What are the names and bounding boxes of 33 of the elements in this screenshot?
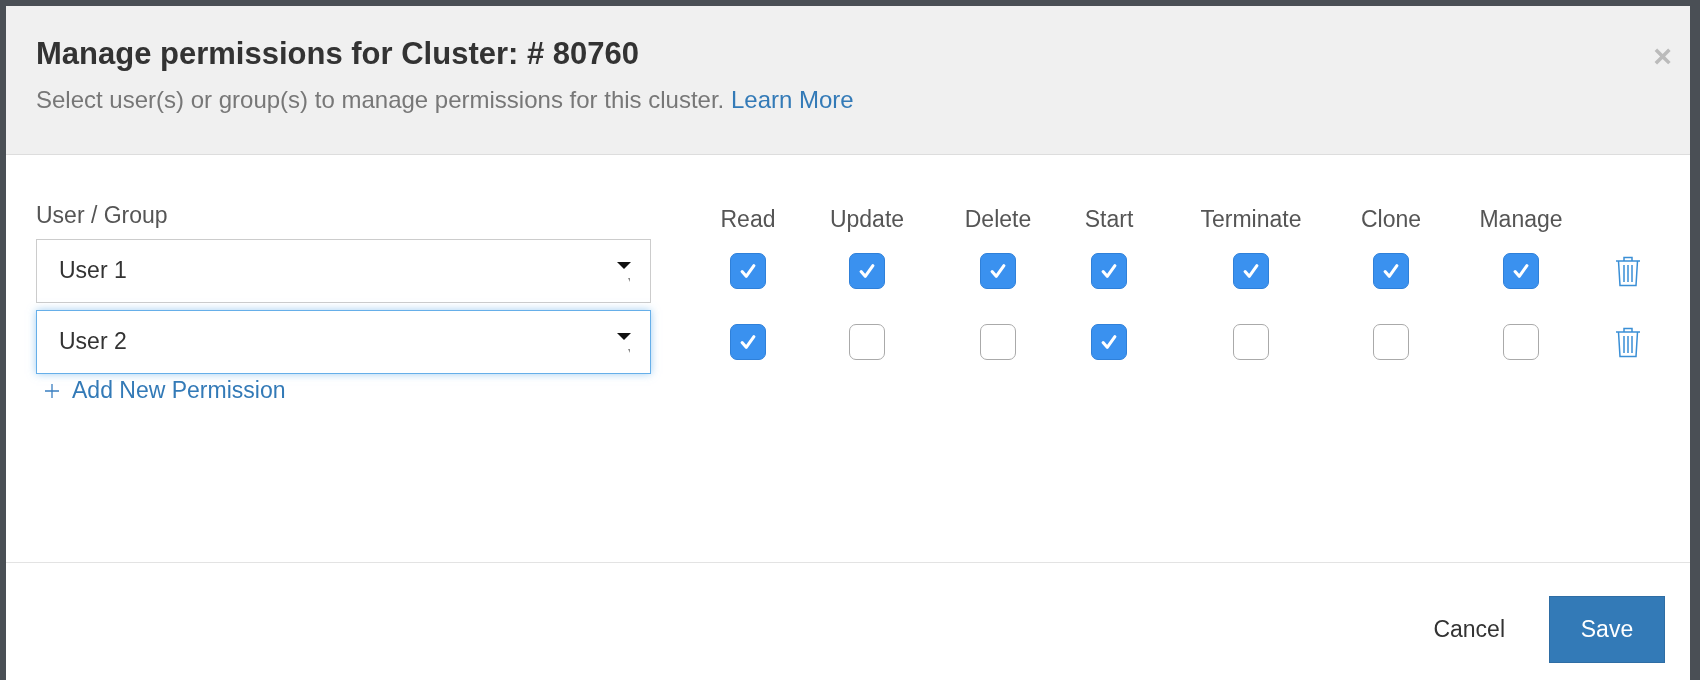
checkbox[interactable] [1503,323,1539,360]
dialog-title: Manage permissions for Cluster: # 80760 [36,36,640,72]
add-permission-link[interactable]: Add New Permission [44,377,286,404]
checkbox[interactable] [849,252,885,289]
column-header: Terminate [1200,205,1302,233]
column-header: Start [1084,205,1134,233]
column-header: Delete [964,205,1032,233]
column-header: Update [829,205,905,233]
column-header: User / Group [36,201,168,228]
plus-icon [44,382,60,399]
checkbox[interactable] [1091,252,1127,289]
checkbox[interactable] [980,252,1016,289]
checkbox[interactable] [730,252,766,289]
checkbox[interactable] [1233,323,1269,360]
user-select[interactable]: User 2 [36,309,651,374]
cancel-button[interactable]: Cancel [1419,606,1519,653]
checkbox[interactable] [980,323,1016,360]
checkbox[interactable] [1091,323,1127,360]
column-header: Read [720,205,776,233]
checkbox[interactable] [1373,323,1409,360]
trash-icon[interactable] [1614,254,1642,287]
learn-more-link[interactable]: Learn More [730,86,854,113]
dialog-subtitle: Select user(s) or group(s) to manage permissions for this cluster. [36,86,725,113]
column-header: Clone [1360,205,1422,233]
checkbox[interactable] [730,323,766,360]
checkbox[interactable] [849,323,885,360]
save-button[interactable]: Save [1549,596,1665,663]
user-select[interactable]: User 1 [36,238,651,303]
checkbox[interactable] [1233,252,1269,289]
checkbox[interactable] [1373,252,1409,289]
trash-icon[interactable] [1614,325,1642,358]
checkbox[interactable] [1503,252,1539,289]
column-header: Manage [1479,205,1563,233]
